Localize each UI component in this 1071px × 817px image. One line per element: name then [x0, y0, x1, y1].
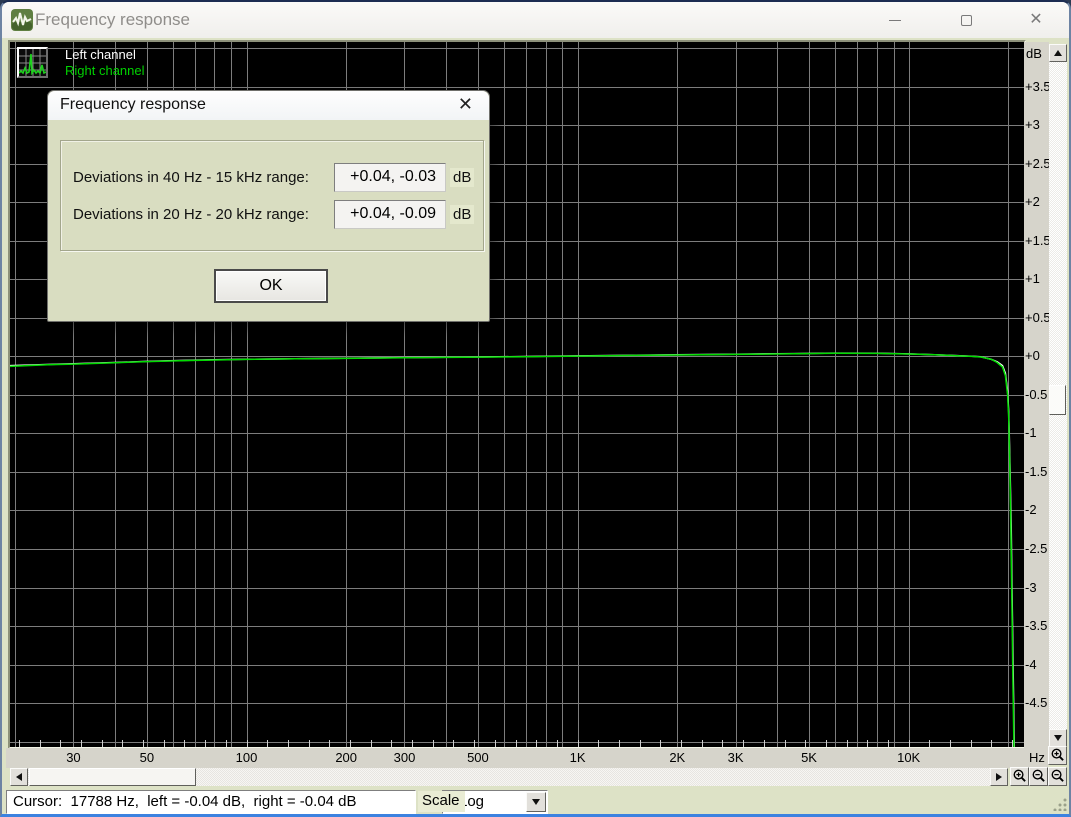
x-tick-label: 1K [558, 750, 598, 765]
close-button[interactable]: ✕ [1013, 4, 1059, 36]
legend-right-channel: Right channel [65, 63, 145, 79]
series-left-channel [10, 353, 1014, 747]
x-tick-label: 30 [53, 750, 93, 765]
zoom-out-horizontal-button[interactable] [1029, 767, 1048, 786]
y-axis-labels: dB +3.5 +3 +2.5 +2 +1.5 +1 +0.5 +0 -0.5 -1 -1.5 -2 -… [1024, 42, 1049, 748]
x-tick-label: 5K [789, 750, 829, 765]
deviations-groupbox [60, 140, 484, 251]
y-tick-label: +0.5 [1025, 310, 1051, 326]
horizontal-scrollbar-thumb[interactable] [29, 768, 196, 786]
ok-button[interactable]: OK [214, 269, 328, 303]
arrow-down-icon [1054, 735, 1062, 745]
zoom-out-icon [1050, 769, 1065, 784]
deviation-label-20hz-20khz: Deviations in 20 Hz - 20 kHz range: [73, 206, 309, 223]
x-tick-label: 50 [127, 750, 167, 765]
chevron-down-icon [532, 799, 540, 809]
y-tick-label: +1.5 [1025, 233, 1051, 249]
x-tick-label: 10K [889, 750, 929, 765]
x-tick-label: 500 [458, 750, 498, 765]
y-axis-unit: dB [1026, 46, 1042, 61]
spectrum-icon [19, 49, 46, 76]
dialog-titlebar[interactable]: Frequency response ✕ [48, 91, 489, 120]
y-tick-label: -2.5 [1025, 541, 1047, 557]
zoom-in-horizontal-button[interactable] [1010, 767, 1029, 786]
zoom-in-icon [1012, 769, 1027, 784]
dropdown-button[interactable] [526, 792, 546, 812]
vertical-scrollbar[interactable] [1049, 44, 1067, 747]
arrow-up-icon [1054, 46, 1062, 56]
window-titlebar[interactable]: Frequency response ✕ [2, 2, 1069, 38]
y-tick-label: -0.5 [1025, 387, 1047, 403]
dialog-close-button[interactable]: ✕ [458, 94, 473, 115]
frequency-response-dialog: Frequency response ✕ Deviations in 40 Hz… [47, 90, 490, 322]
x-axis-labels: Hz 30 50 100 200 300 500 1K 2K 3K 5K 10K [6, 748, 1048, 768]
y-tick-label: +3 [1025, 117, 1040, 133]
maximize-button[interactable] [943, 4, 989, 36]
x-tick-label: 100 [227, 750, 267, 765]
deviation-label-40hz-15khz: Deviations in 40 Hz - 15 kHz range: [73, 169, 309, 186]
spectrum-icon-button[interactable] [17, 47, 48, 78]
y-tick-label: +1 [1025, 271, 1040, 287]
y-tick-label: +2 [1025, 194, 1040, 210]
zoom-out-vertical-button[interactable] [1048, 767, 1067, 786]
cursor-readout: Cursor: 17788 Hz, left = -0.04 dB, right… [6, 790, 416, 814]
horizontal-scrollbar[interactable] [10, 768, 1008, 786]
y-tick-label: -3.5 [1025, 618, 1047, 634]
x-tick-label: 3K [716, 750, 756, 765]
y-tick-label: +0 [1025, 348, 1040, 364]
deviation-unit-40hz-15khz: dB [450, 168, 474, 187]
scale-label: Scale [418, 791, 465, 812]
zoom-in-vertical-button[interactable] [1048, 746, 1067, 765]
frequency-response-window: Frequency response ✕ Left channe [0, 0, 1071, 817]
arrow-left-icon [12, 773, 22, 781]
minimize-button[interactable] [872, 4, 918, 36]
scroll-left-button[interactable] [10, 768, 28, 786]
zoom-in-icon [1050, 748, 1065, 763]
zoom-out-icon [1031, 769, 1046, 784]
y-tick-label: -1.5 [1025, 464, 1047, 480]
maximize-icon [961, 15, 972, 26]
x-tick-label: 200 [326, 750, 366, 765]
minimize-icon [889, 20, 901, 21]
x-axis-unit: Hz [1029, 750, 1045, 765]
legend-left-channel: Left channel [65, 47, 145, 63]
x-axis-minor-ticks [20, 740, 1013, 747]
series-right-channel [10, 353, 1014, 747]
resize-grip[interactable] [1052, 795, 1068, 811]
y-tick-label: +3.5 [1025, 79, 1051, 95]
scroll-down-button[interactable] [1049, 729, 1067, 747]
dialog-title: Frequency response [60, 96, 206, 114]
close-icon: ✕ [1029, 12, 1042, 28]
chart-legend: Left channel Right channel [17, 47, 145, 79]
x-tick-label: 300 [384, 750, 424, 765]
scroll-right-button[interactable] [990, 768, 1008, 786]
window-title: Frequency response [35, 2, 190, 38]
scroll-up-button[interactable] [1049, 44, 1067, 62]
y-tick-label: -4 [1025, 657, 1037, 673]
y-tick-label: -1 [1025, 425, 1037, 441]
arrow-right-icon [996, 773, 1006, 781]
y-tick-label: -3 [1025, 580, 1037, 596]
y-tick-label: +2.5 [1025, 156, 1051, 172]
app-icon [11, 9, 33, 31]
deviation-value-40hz-15khz: +0.04, -0.03 [334, 163, 446, 192]
x-tick-label: 2K [657, 750, 697, 765]
deviation-unit-20hz-20khz: dB [450, 205, 474, 224]
vertical-scrollbar-thumb[interactable] [1049, 385, 1066, 415]
y-tick-label: -2 [1025, 502, 1037, 518]
deviation-value-20hz-20khz: +0.04, -0.09 [334, 200, 446, 229]
y-tick-label: -4.5 [1025, 695, 1047, 711]
